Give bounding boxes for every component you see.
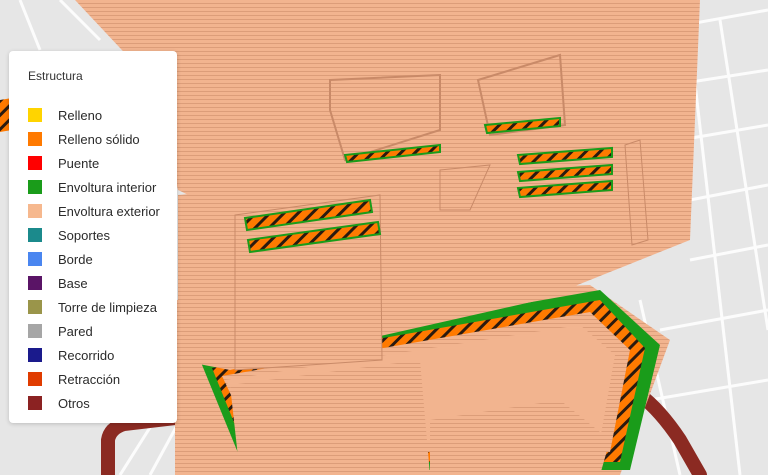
legend-label: Borde <box>58 251 93 267</box>
legend-label: Recorrido <box>58 347 115 363</box>
legend-item: Pared <box>28 319 177 343</box>
legend-swatch <box>28 372 42 386</box>
legend-swatch <box>28 252 42 266</box>
legend-panel: Estructura Relleno Relleno sólido Puente En… <box>9 51 177 423</box>
legend-title: Estructura <box>28 69 83 83</box>
legend-label: Relleno sólido <box>58 131 140 147</box>
legend-item: Envoltura interior <box>28 175 177 199</box>
legend-item: Otros <box>28 391 177 415</box>
legend-item: Borde <box>28 247 177 271</box>
legend-item: Recorrido <box>28 343 177 367</box>
legend-swatch <box>28 180 42 194</box>
legend-swatch <box>28 204 42 218</box>
legend-label: Envoltura exterior <box>58 203 160 219</box>
legend-item: Relleno sólido <box>28 127 177 151</box>
legend-swatch <box>28 228 42 242</box>
legend-label: Base <box>58 275 88 291</box>
legend-swatch <box>28 276 42 290</box>
legend-label: Torre de limpieza <box>58 299 157 315</box>
legend-swatch <box>28 324 42 338</box>
legend-label: Envoltura interior <box>58 179 157 195</box>
legend-item: Torre de limpieza <box>28 295 177 319</box>
legend-item: Relleno <box>28 103 177 127</box>
legend-swatch <box>28 300 42 314</box>
legend-label: Relleno <box>58 107 103 123</box>
legend-label: Pared <box>58 323 93 339</box>
legend-swatch <box>28 156 42 170</box>
legend-item: Puente <box>28 151 177 175</box>
legend-list: Relleno Relleno sólido Puente Envoltura int… <box>28 103 177 415</box>
legend-item: Soportes <box>28 223 177 247</box>
legend-label: Puente <box>58 155 100 171</box>
legend-swatch <box>28 396 42 410</box>
legend-swatch <box>28 348 42 362</box>
legend-label: Otros <box>58 395 90 411</box>
legend-item: Base <box>28 271 177 295</box>
legend-item: Envoltura exterior <box>28 199 177 223</box>
legend-label: Retracción <box>58 371 121 387</box>
legend-item: Retracción <box>28 367 177 391</box>
legend-swatch <box>28 108 42 122</box>
legend-label: Soportes <box>58 227 111 243</box>
legend-swatch <box>28 132 42 146</box>
